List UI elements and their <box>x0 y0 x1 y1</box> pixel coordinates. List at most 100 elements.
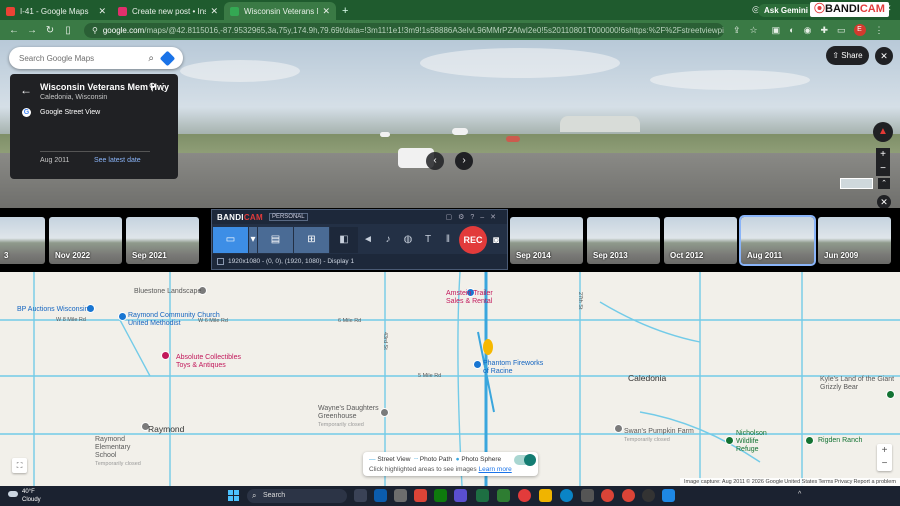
map-label-caledonia[interactable]: Caledonia <box>628 373 666 383</box>
extension-icon[interactable]: ▣ <box>772 25 781 36</box>
new-tab-button[interactable]: + <box>336 2 354 20</box>
app-icon[interactable] <box>581 489 594 502</box>
extension-icon[interactable]: ◐ <box>789 25 794 35</box>
pause-icon[interactable]: ‖ <box>438 234 458 245</box>
timeline-thumbnail[interactable]: Oct 2012 <box>664 217 737 264</box>
timeline-thumbnail[interactable]: 3 <box>0 217 45 264</box>
app-icon[interactable] <box>497 489 510 502</box>
screenshot-camera-icon[interactable]: ◙ <box>493 235 499 246</box>
share-button[interactable]: ⇧ Share <box>826 46 869 65</box>
more-options-icon[interactable]: ⋮ <box>158 82 168 93</box>
ask-gemini-button[interactable]: Ask Gemini <box>757 4 814 17</box>
privacy-link[interactable]: Privacy <box>834 478 852 486</box>
fullscreen-icon[interactable]: ⛶ <box>12 458 27 473</box>
hdmi-mode-button[interactable]: ▤ <box>258 226 293 253</box>
taskbar-search[interactable]: Search <box>247 489 347 503</box>
prev-arrow-icon[interactable]: ‹ <box>426 152 444 170</box>
close-timeline-icon[interactable]: ✕ <box>877 195 891 209</box>
zoom-in-icon[interactable]: + <box>877 444 892 457</box>
tray-overflow-icon[interactable]: ^ <box>798 491 801 498</box>
tab-instagram[interactable]: Create new post • Instagram ✕ <box>112 2 224 20</box>
mode-dropdown-icon[interactable]: ▾ <box>249 226 257 253</box>
close-tab-icon[interactable]: ✕ <box>98 6 106 17</box>
timeline-thumbnail-selected[interactable]: Aug 2011 <box>739 215 816 266</box>
task-view-icon[interactable] <box>354 489 367 502</box>
app-icon[interactable] <box>394 489 407 502</box>
close-tab-icon[interactable]: ✕ <box>322 6 330 17</box>
timeline-thumbnail[interactable]: Sep 2021 <box>126 217 199 264</box>
close-street-view-button[interactable]: ✕ <box>875 47 893 65</box>
map-label-absolute-collectibles[interactable]: Absolute Collectibles Toys & Antiques <box>176 354 246 370</box>
close-tab-icon[interactable]: ✕ <box>210 6 218 17</box>
chrome-icon[interactable] <box>414 489 427 502</box>
map-label-swans[interactable]: Swan's Pumpkin Farm Temporarily closed <box>624 428 694 444</box>
mouse-icon[interactable]: ◍ <box>398 234 418 245</box>
tab-wisconsin-veterans[interactable]: Wisconsin Veterans Mem Hwy ✕ <box>224 2 336 20</box>
checkbox[interactable] <box>217 258 224 265</box>
map-label-waynes[interactable]: Wayne's Daughters Greenhouse Temporarily … <box>318 405 388 429</box>
record-button[interactable]: REC <box>459 226 487 254</box>
bookmark-star-icon[interactable]: ☆ <box>750 25 758 36</box>
timeline-thumbnail[interactable]: Sep 2014 <box>510 217 583 264</box>
game-mode-button[interactable]: ⊞ <box>294 226 329 253</box>
next-arrow-icon[interactable]: › <box>455 152 473 170</box>
map-label-raymond-school[interactable]: Raymond Elementary School Temporarily clo… <box>95 436 153 468</box>
terms-link[interactable]: Terms <box>818 478 833 486</box>
extension-icon[interactable]: ◉ <box>804 25 812 36</box>
app-icon[interactable] <box>454 489 467 502</box>
edge-icon[interactable] <box>560 489 573 502</box>
app-icon[interactable] <box>434 489 447 502</box>
see-latest-date-link[interactable]: See latest date <box>94 157 141 164</box>
bandicam-icon[interactable] <box>518 489 531 502</box>
media-player-icon[interactable] <box>642 489 655 502</box>
expand-icon[interactable]: ⌃ <box>878 178 890 189</box>
compass-icon[interactable]: ▲ <box>873 122 893 142</box>
back-icon[interactable]: ← <box>6 25 22 36</box>
app-icon[interactable] <box>374 489 387 502</box>
screen-mode-button[interactable]: ▭ <box>213 226 248 253</box>
learn-more-link[interactable]: Learn more <box>478 466 511 473</box>
sidebar-icon[interactable]: ▯ <box>60 25 76 36</box>
downloads-icon[interactable]: ▭ <box>837 25 846 36</box>
chrome-icon[interactable] <box>601 489 614 502</box>
profile-avatar[interactable]: E <box>853 24 866 36</box>
directions-icon[interactable] <box>159 50 176 66</box>
menu-dots-icon[interactable]: ⋮ <box>875 25 884 36</box>
search-icon[interactable]: ⌕ <box>148 53 154 64</box>
forward-icon[interactable]: → <box>24 25 40 36</box>
map-label-raymond[interactable]: Raymond <box>148 424 184 434</box>
map-label-bp-auctions[interactable]: BP Auctions Wisconsin <box>17 306 88 313</box>
report-problem-link[interactable]: Report a problem <box>853 478 896 486</box>
maps-search-box[interactable]: Search Google Maps ⌕ <box>9 47 183 69</box>
text-icon[interactable]: T <box>418 234 438 245</box>
map-label-bluestone[interactable]: Bluestone Landscape <box>134 288 201 295</box>
map-label-phantom[interactable]: Phantom Fireworks of Racine <box>483 360 548 376</box>
zoom-out-icon[interactable]: − <box>876 162 890 176</box>
share-page-icon[interactable]: ⇪ <box>733 25 741 36</box>
zoom-out-icon[interactable]: − <box>877 457 892 470</box>
excel-icon[interactable] <box>476 489 489 502</box>
map-layer-thumbnail[interactable] <box>840 178 873 189</box>
map-label-kyles[interactable]: Kyle's Land of the Giant Grizzly Bear <box>820 376 900 392</box>
microphone-icon[interactable]: ♪ <box>378 234 398 245</box>
timeline-thumbnail[interactable]: Nov 2022 <box>49 217 122 264</box>
site-info-icon[interactable]: ⚲ <box>92 23 98 38</box>
tab-google-maps[interactable]: I-41 - Google Maps ✕ <box>0 2 112 20</box>
webcam-icon[interactable]: ◧ <box>330 226 358 253</box>
map-pin-icon[interactable]: ⚲ <box>149 82 156 93</box>
start-button[interactable] <box>228 490 239 501</box>
map-label-nicholson[interactable]: Nicholson Wildlife Refuge <box>736 430 776 454</box>
address-bar[interactable]: ⚲ google.com /maps/@42.8115016,-87.95329… <box>84 22 724 38</box>
zoom-in-icon[interactable]: + <box>876 148 890 162</box>
window-controls-icon[interactable]: ▢⚙?–✕ <box>445 213 502 221</box>
timeline-thumbnail[interactable]: Sep 2013 <box>587 217 660 264</box>
back-arrow-icon[interactable]: ← <box>20 83 32 97</box>
chrome-icon[interactable] <box>622 489 635 502</box>
app-icon[interactable] <box>662 489 675 502</box>
map-label-rigden[interactable]: Rigden Ranch <box>818 437 862 444</box>
timeline-thumbnail[interactable]: Jun 2009 <box>818 217 891 264</box>
weather-widget[interactable]: 40°F Cloudy <box>8 488 41 504</box>
file-explorer-icon[interactable] <box>539 489 552 502</box>
speaker-icon[interactable]: ◄ <box>358 234 378 245</box>
map-label-amstein[interactable]: Amstein Trailer Sales & Rental <box>446 290 506 306</box>
